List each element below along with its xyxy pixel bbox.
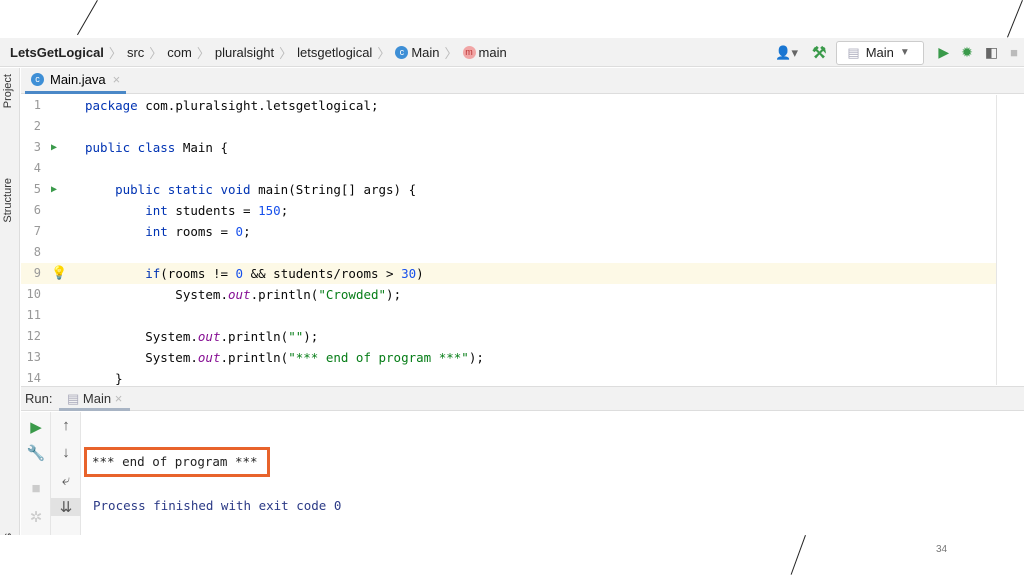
decor-line xyxy=(77,0,98,36)
run-icon[interactable]: ▶ xyxy=(938,44,949,61)
crumb-com[interactable]: com xyxy=(167,45,192,60)
decor-line xyxy=(790,535,806,575)
run-panel-header: Run: ▤ Main × xyxy=(21,386,1024,411)
class-icon: c xyxy=(395,45,409,59)
code-line[interactable]: 4 xyxy=(21,158,996,179)
code-text: int rooms = 0; xyxy=(85,224,251,239)
line-number: 3 xyxy=(33,140,41,154)
line-number: 2 xyxy=(33,119,41,133)
line-number: 10 xyxy=(26,287,41,301)
code-editor[interactable]: 1 package com.pluralsight.letsgetlogical;… xyxy=(21,95,996,386)
crumb-main-method[interactable]: main xyxy=(479,45,507,60)
line-number: 6 xyxy=(33,203,41,217)
code-line[interactable]: 10 System.out.println("Crowded"); xyxy=(21,284,996,305)
run-config-label: Main xyxy=(865,45,894,60)
left-tool-strip: Project Structure marks xyxy=(0,68,20,535)
code-line[interactable]: 12 System.out.println(""); xyxy=(21,326,996,347)
structure-panel-tab[interactable]: Structure xyxy=(2,178,14,223)
method-icon: m xyxy=(462,45,476,59)
line-number: 9 xyxy=(33,266,41,280)
navigation-bar: LetsGetLogical 〉 src 〉 com 〉 pluralsight 〉 l… xyxy=(0,38,1024,67)
user-icon[interactable]: 👤▾ xyxy=(775,45,798,61)
lightbulb-icon[interactable]: 💡 xyxy=(51,263,67,284)
tab-label: Main.java xyxy=(50,72,106,87)
run-gutter-icon[interactable]: ▶ xyxy=(51,137,57,158)
crumb-letsgetlogical[interactable]: letsgetlogical xyxy=(297,45,372,60)
crumb-src[interactable]: src xyxy=(127,45,144,60)
line-number: 12 xyxy=(26,329,41,343)
debug-icon[interactable]: ✹ xyxy=(961,44,973,61)
code-line[interactable]: 3 ▶ public class Main { xyxy=(21,137,996,158)
slide-number: 34 xyxy=(936,544,948,555)
code-line[interactable]: 7 int rooms = 0; xyxy=(21,221,996,242)
code-text: int students = 150; xyxy=(85,203,289,218)
coverage-icon[interactable]: ◧ xyxy=(985,44,998,61)
line-number: 11 xyxy=(26,308,41,322)
code-line[interactable]: 2 xyxy=(21,116,996,137)
crumb-pluralsight[interactable]: pluralsight xyxy=(215,45,274,60)
line-number: 8 xyxy=(33,245,41,259)
soft-wrap-icon[interactable]: ⤶ xyxy=(51,472,81,489)
console-icon: ▤ xyxy=(67,391,83,406)
settings-icon[interactable]: ✲ xyxy=(21,508,51,526)
build-hammer-icon[interactable]: ⚒ xyxy=(812,43,826,63)
line-number: 1 xyxy=(33,98,41,112)
line-number: 7 xyxy=(33,224,41,238)
run-gutter-icon[interactable]: ▶ xyxy=(51,179,57,200)
line-number: 13 xyxy=(26,350,41,364)
line-number: 4 xyxy=(33,161,41,175)
stop-icon[interactable]: ■ xyxy=(21,480,51,497)
run-label: Run: xyxy=(25,391,53,406)
arrow-up-icon[interactable]: ↑ xyxy=(51,417,81,434)
stop-icon[interactable]: ■ xyxy=(1010,45,1018,60)
run-tab[interactable]: ▤ Main × xyxy=(59,387,131,411)
code-line[interactable]: 6 int students = 150; xyxy=(21,200,996,221)
code-line[interactable]: 11 xyxy=(21,305,996,326)
scroll-to-end-icon[interactable]: ⇊ xyxy=(51,498,81,516)
editor-tabs: c Main.java × xyxy=(21,68,1024,94)
exit-message: Process finished with exit code 0 xyxy=(93,498,342,513)
wrench-icon[interactable]: 🔧 xyxy=(21,444,51,462)
project-panel-tab[interactable]: Project xyxy=(2,74,14,108)
console-output: *** end of program *** xyxy=(92,454,258,469)
line-number: 5 xyxy=(33,182,41,196)
close-icon[interactable]: × xyxy=(111,391,123,406)
arrow-down-icon[interactable]: ↓ xyxy=(51,444,81,461)
class-icon: c xyxy=(31,73,44,86)
bookmarks-panel-tab[interactable]: marks xyxy=(2,533,14,535)
code-text: System.out.println("*** end of program *… xyxy=(85,350,484,365)
code-line[interactable]: 9 💡 if(rooms != 0 && students/rooms > 30) xyxy=(21,263,996,284)
rerun-icon[interactable]: ▶ xyxy=(21,418,51,436)
code-line[interactable]: 8 xyxy=(21,242,996,263)
tab-main-java[interactable]: c Main.java × xyxy=(25,68,127,94)
code-text: if(rooms != 0 && students/rooms > 30) xyxy=(85,266,424,281)
ide-screenshot: LetsGetLogical 〉 src 〉 com 〉 pluralsight 〉 l… xyxy=(0,38,1024,535)
code-text: System.out.println("Crowded"); xyxy=(85,287,402,302)
crumb-main-class[interactable]: Main xyxy=(411,45,439,60)
code-line[interactable]: 1 package com.pluralsight.letsgetlogical; xyxy=(21,95,996,116)
chevron-down-icon: ▼ xyxy=(899,47,910,58)
code-text: System.out.println(""); xyxy=(85,329,319,344)
breadcrumb: LetsGetLogical 〉 src 〉 com 〉 pluralsight 〉 l… xyxy=(10,44,507,61)
decor-line xyxy=(1007,0,1023,38)
crumb-project[interactable]: LetsGetLogical xyxy=(10,45,104,60)
code-text: public static void main(String[] args) { xyxy=(85,182,417,197)
code-line[interactable]: 13 System.out.println("*** end of progra… xyxy=(21,347,996,368)
code-line[interactable]: 5 ▶ public static void main(String[] args… xyxy=(21,179,996,200)
close-icon[interactable]: × xyxy=(113,72,121,87)
run-config-select[interactable]: ▤ Main ▼ xyxy=(836,40,925,65)
config-icon: ▤ xyxy=(847,44,860,60)
run-console: ▶ 🔧 ■ ✲ ↑ ↓ ⤶ ⇊ *** end of program *** P… xyxy=(21,412,1024,535)
code-text: public class Main { xyxy=(85,140,228,155)
editor-scrollbar[interactable] xyxy=(996,95,1024,385)
code-text: package com.pluralsight.letsgetlogical; xyxy=(85,98,379,113)
